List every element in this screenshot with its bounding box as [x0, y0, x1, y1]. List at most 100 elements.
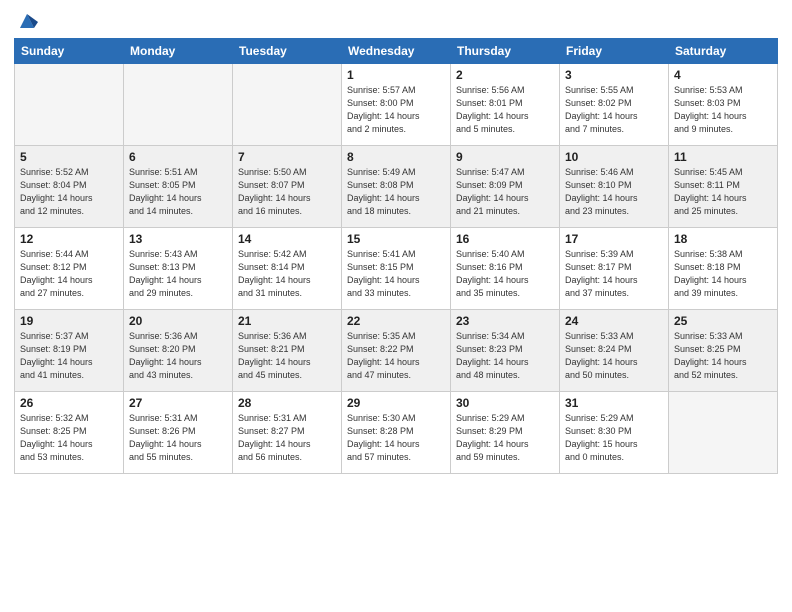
day-number: 9 — [456, 150, 554, 164]
calendar-table: SundayMondayTuesdayWednesdayThursdayFrid… — [14, 38, 778, 474]
day-number: 26 — [20, 396, 118, 410]
day-cell — [669, 392, 778, 474]
day-cell: 28 Sunrise: 5:31 AMSunset: 8:27 PMDayligh… — [233, 392, 342, 474]
day-cell — [124, 64, 233, 146]
day-info: Sunrise: 5:35 AMSunset: 8:22 PMDaylight:… — [347, 330, 445, 382]
day-cell: 25Sunrise: 5:33 AMSunset: 8:25 PMDayligh… — [669, 310, 778, 392]
day-number: 15 — [347, 232, 445, 246]
day-number: 18 — [674, 232, 772, 246]
page: SundayMondayTuesdayWednesdayThursdayFrid… — [0, 0, 792, 612]
day-info: Sunrise: 5:34 AMSunset: 8:23 PMDaylight:… — [456, 330, 554, 382]
day-info: Sunrise: 5:46 AMSunset: 8:10 PMDaylight:… — [565, 166, 663, 218]
day-cell: 11 Sunrise: 5:45 AMSunset: 8:11 PMDayligh… — [669, 146, 778, 228]
logo — [14, 10, 38, 30]
day-info: Sunrise: 5:39 AMSunset: 8:17 PMDaylight:… — [565, 248, 663, 300]
day-info: Sunrise: 5:31 AMSunset: 8:27 PMDaylight:… — [238, 412, 336, 464]
day-number: 24 — [565, 314, 663, 328]
day-info: Sunrise: 5:36 AMSunset: 8:20 PMDaylight:… — [129, 330, 227, 382]
day-cell: 3Sunrise: 5:55 AMSunset: 8:02 PMDaylight… — [560, 64, 669, 146]
day-info: Sunrise: 5:30 AMSunset: 8:28 PMDaylight:… — [347, 412, 445, 464]
day-number: 10 — [565, 150, 663, 164]
day-info: Sunrise: 5:41 AMSunset: 8:15 PMDaylight:… — [347, 248, 445, 300]
day-cell: 16 Sunrise: 5:40 AMSunset: 8:16 PMDayligh… — [451, 228, 560, 310]
day-cell: 12Sunrise: 5:44 AMSunset: 8:12 PMDayligh… — [15, 228, 124, 310]
col-header-thursday: Thursday — [451, 39, 560, 64]
day-number: 5 — [20, 150, 118, 164]
week-row-3: 12Sunrise: 5:44 AMSunset: 8:12 PMDayligh… — [15, 228, 778, 310]
day-info: Sunrise: 5:49 AMSunset: 8:08 PMDaylight:… — [347, 166, 445, 218]
day-info: Sunrise: 5:40 AMSunset: 8:16 PMDaylight:… — [456, 248, 554, 300]
day-cell: 2Sunrise: 5:56 AMSunset: 8:01 PMDaylight… — [451, 64, 560, 146]
day-cell: 27Sunrise: 5:31 AMSunset: 8:26 PMDayligh… — [124, 392, 233, 474]
day-cell: 29 Sunrise: 5:30 AMSunset: 8:28 PMDayligh… — [342, 392, 451, 474]
logo-icon — [16, 10, 38, 32]
day-number: 8 — [347, 150, 445, 164]
day-info: Sunrise: 5:52 AMSunset: 8:04 PMDaylight:… — [20, 166, 118, 218]
day-cell: 30 Sunrise: 5:29 AMSunset: 8:29 PMDayligh… — [451, 392, 560, 474]
week-row-4: 19Sunrise: 5:37 AMSunset: 8:19 PMDayligh… — [15, 310, 778, 392]
day-number: 4 — [674, 68, 772, 82]
day-info: Sunrise: 5:57 AMSunset: 8:00 PMDaylight:… — [347, 84, 445, 136]
day-info: Sunrise: 5:51 AMSunset: 8:05 PMDaylight:… — [129, 166, 227, 218]
day-number: 20 — [129, 314, 227, 328]
day-cell: 15 Sunrise: 5:41 AMSunset: 8:15 PMDayligh… — [342, 228, 451, 310]
day-cell: 10 Sunrise: 5:46 AMSunset: 8:10 PMDayligh… — [560, 146, 669, 228]
day-cell: 17 Sunrise: 5:39 AMSunset: 8:17 PMDayligh… — [560, 228, 669, 310]
day-number: 17 — [565, 232, 663, 246]
day-info: Sunrise: 5:29 AMSunset: 8:30 PMDaylight:… — [565, 412, 663, 464]
day-number: 2 — [456, 68, 554, 82]
day-cell: 1 Sunrise: 5:57 AMSunset: 8:00 PMDaylight… — [342, 64, 451, 146]
day-number: 21 — [238, 314, 336, 328]
day-number: 14 — [238, 232, 336, 246]
day-info: Sunrise: 5:47 AMSunset: 8:09 PMDaylight:… — [456, 166, 554, 218]
day-info: Sunrise: 5:31 AMSunset: 8:26 PMDaylight:… — [129, 412, 227, 464]
day-number: 6 — [129, 150, 227, 164]
day-cell: 20 Sunrise: 5:36 AMSunset: 8:20 PMDayligh… — [124, 310, 233, 392]
day-number: 1 — [347, 68, 445, 82]
day-cell: 7 Sunrise: 5:50 AMSunset: 8:07 PMDaylight… — [233, 146, 342, 228]
col-header-tuesday: Tuesday — [233, 39, 342, 64]
day-number: 30 — [456, 396, 554, 410]
col-header-saturday: Saturday — [669, 39, 778, 64]
day-cell: 26 Sunrise: 5:32 AMSunset: 8:25 PMDayligh… — [15, 392, 124, 474]
col-header-sunday: Sunday — [15, 39, 124, 64]
day-info: Sunrise: 5:36 AMSunset: 8:21 PMDaylight:… — [238, 330, 336, 382]
day-cell: 21 Sunrise: 5:36 AMSunset: 8:21 PMDayligh… — [233, 310, 342, 392]
day-info: Sunrise: 5:50 AMSunset: 8:07 PMDaylight:… — [238, 166, 336, 218]
day-number: 19 — [20, 314, 118, 328]
day-number: 11 — [674, 150, 772, 164]
day-info: Sunrise: 5:42 AMSunset: 8:14 PMDaylight:… — [238, 248, 336, 300]
header-row: SundayMondayTuesdayWednesdayThursdayFrid… — [15, 39, 778, 64]
day-cell: 4Sunrise: 5:53 AMSunset: 8:03 PMDaylight… — [669, 64, 778, 146]
day-number: 29 — [347, 396, 445, 410]
day-info: Sunrise: 5:55 AMSunset: 8:02 PMDaylight:… — [565, 84, 663, 136]
day-cell: 5 Sunrise: 5:52 AMSunset: 8:04 PMDaylight… — [15, 146, 124, 228]
day-number: 31 — [565, 396, 663, 410]
day-cell — [233, 64, 342, 146]
week-row-5: 26 Sunrise: 5:32 AMSunset: 8:25 PMDayligh… — [15, 392, 778, 474]
day-info: Sunrise: 5:45 AMSunset: 8:11 PMDaylight:… — [674, 166, 772, 218]
day-cell: 6 Sunrise: 5:51 AMSunset: 8:05 PMDaylight… — [124, 146, 233, 228]
day-cell: 18 Sunrise: 5:38 AMSunset: 8:18 PMDayligh… — [669, 228, 778, 310]
day-cell: 22Sunrise: 5:35 AMSunset: 8:22 PMDayligh… — [342, 310, 451, 392]
col-header-wednesday: Wednesday — [342, 39, 451, 64]
week-row-1: 1 Sunrise: 5:57 AMSunset: 8:00 PMDaylight… — [15, 64, 778, 146]
day-number: 7 — [238, 150, 336, 164]
day-cell — [15, 64, 124, 146]
week-row-2: 5 Sunrise: 5:52 AMSunset: 8:04 PMDaylight… — [15, 146, 778, 228]
day-cell: 31 Sunrise: 5:29 AMSunset: 8:30 PMDayligh… — [560, 392, 669, 474]
day-info: Sunrise: 5:33 AMSunset: 8:25 PMDaylight:… — [674, 330, 772, 382]
day-info: Sunrise: 5:38 AMSunset: 8:18 PMDaylight:… — [674, 248, 772, 300]
day-number: 23 — [456, 314, 554, 328]
day-number: 16 — [456, 232, 554, 246]
day-cell: 13Sunrise: 5:43 AMSunset: 8:13 PMDayligh… — [124, 228, 233, 310]
header — [14, 10, 778, 30]
day-cell: 23 Sunrise: 5:34 AMSunset: 8:23 PMDayligh… — [451, 310, 560, 392]
day-info: Sunrise: 5:32 AMSunset: 8:25 PMDaylight:… — [20, 412, 118, 464]
day-info: Sunrise: 5:29 AMSunset: 8:29 PMDaylight:… — [456, 412, 554, 464]
day-cell: 19Sunrise: 5:37 AMSunset: 8:19 PMDayligh… — [15, 310, 124, 392]
day-info: Sunrise: 5:44 AMSunset: 8:12 PMDaylight:… — [20, 248, 118, 300]
col-header-monday: Monday — [124, 39, 233, 64]
day-cell: 8 Sunrise: 5:49 AMSunset: 8:08 PMDaylight… — [342, 146, 451, 228]
day-number: 28 — [238, 396, 336, 410]
